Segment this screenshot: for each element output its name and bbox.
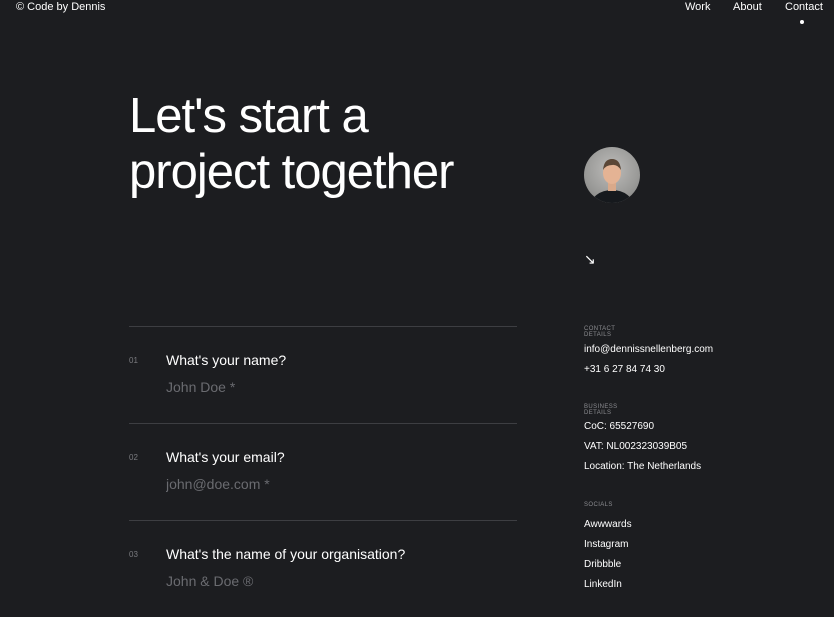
- page-title: Let's start a project together: [129, 88, 454, 200]
- page-title-line-1: Let's start a: [129, 89, 369, 143]
- nav-link-about[interactable]: About: [733, 1, 762, 13]
- vat-number: VAT: NL002323039B05: [584, 441, 688, 452]
- form-field-email: 02 What's your email?: [129, 423, 517, 520]
- contact-form: 01 What's your name? 02 What's your emai…: [129, 326, 517, 617]
- social-link-awwwards[interactable]: Awwwards: [584, 519, 632, 530]
- field-number: 03: [129, 550, 138, 559]
- field-question: What's the name of your organisation?: [166, 546, 406, 562]
- field-question: What's your email?: [166, 449, 285, 465]
- brand-logo[interactable]: © Code by Dennis: [16, 1, 105, 13]
- email-link[interactable]: info@dennissnellenberg.com: [584, 344, 713, 355]
- email-input[interactable]: [166, 476, 506, 492]
- form-field-name: 01 What's your name?: [129, 326, 517, 423]
- socials-heading: SOCIALS: [584, 502, 613, 508]
- field-number: 01: [129, 356, 138, 365]
- form-field-organisation: 03 What's the name of your organisation?: [129, 520, 517, 617]
- arrow-down-right-icon: ↘: [584, 251, 596, 267]
- location: Location: The Netherlands: [584, 461, 702, 472]
- business-details-heading: BUSINESS DETAILS: [584, 404, 618, 416]
- page-title-line-2: project together: [129, 145, 454, 199]
- avatar: [584, 147, 640, 203]
- nav-active-dot: [800, 20, 804, 24]
- phone-link[interactable]: +31 6 27 84 74 30: [584, 364, 665, 375]
- nav-link-contact[interactable]: Contact: [785, 1, 823, 13]
- social-link-dribbble[interactable]: Dribbble: [584, 559, 621, 570]
- name-input[interactable]: [166, 379, 506, 395]
- nav-link-work[interactable]: Work: [685, 1, 710, 13]
- contact-details-heading: CONTACT DETAILS: [584, 326, 616, 338]
- social-link-linkedin[interactable]: LinkedIn: [584, 579, 622, 590]
- field-number: 02: [129, 453, 138, 462]
- social-link-instagram[interactable]: Instagram: [584, 539, 628, 550]
- coc-number: CoC: 65527690: [584, 421, 655, 432]
- field-question: What's your name?: [166, 352, 287, 368]
- organisation-input[interactable]: [166, 573, 506, 589]
